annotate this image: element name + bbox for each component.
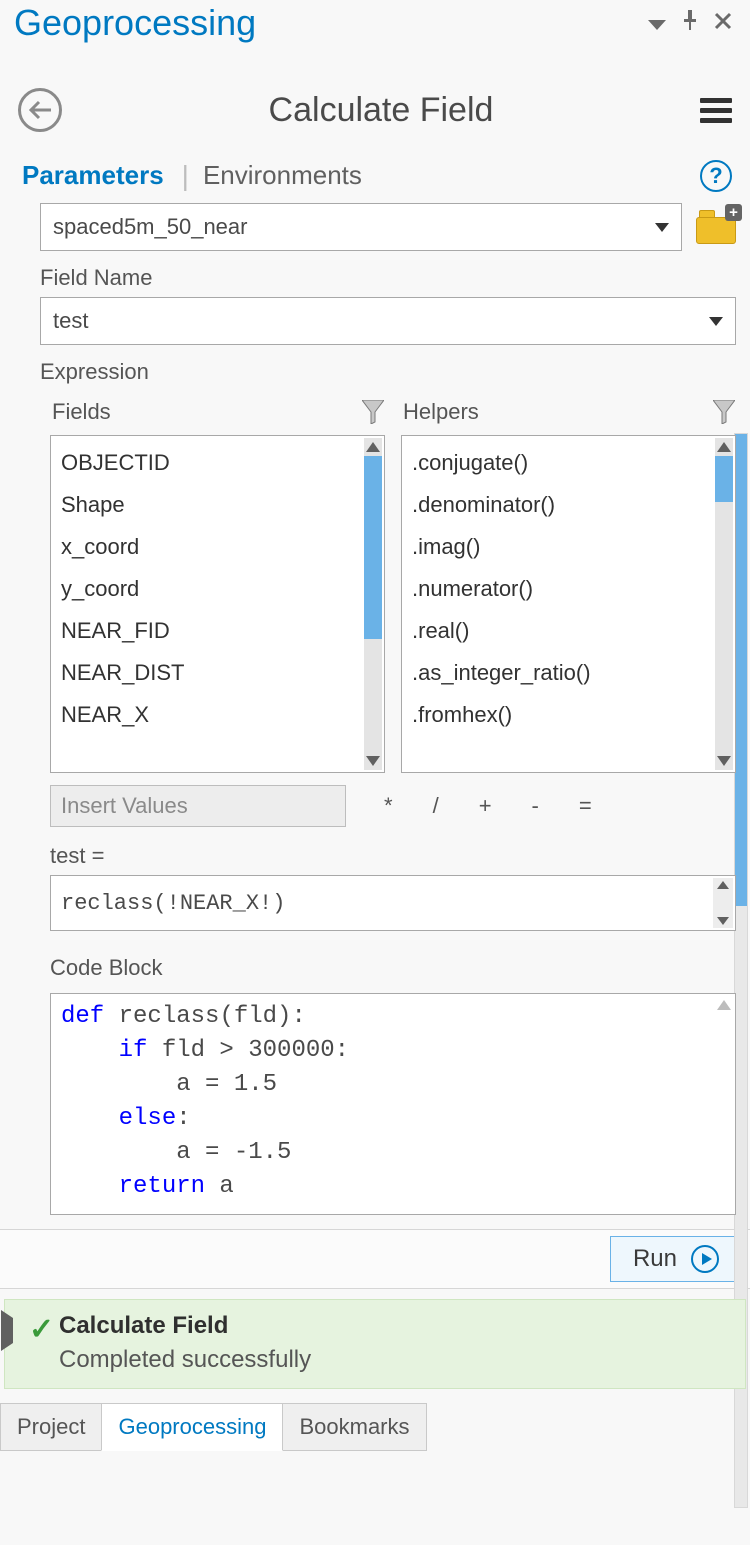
browse-folder-button[interactable]: + (696, 210, 736, 244)
field-name-value: test (53, 308, 88, 334)
tool-header: Calculate Field (0, 52, 750, 152)
tab-environments[interactable]: Environments (203, 156, 362, 195)
play-icon (691, 1245, 719, 1273)
check-icon: ✓ (29, 1312, 54, 1347)
operator-button[interactable]: + (479, 793, 492, 819)
list-item[interactable]: .real() (412, 610, 711, 652)
operator-buttons: * / + - = (362, 793, 592, 819)
field-name-label: Field Name (40, 265, 736, 291)
helpers-listbox[interactable]: .conjugate().denominator().imag().numera… (401, 435, 736, 773)
list-item[interactable]: OBJECTID (61, 442, 360, 484)
run-button[interactable]: Run (610, 1236, 742, 1282)
status-message: ✓ Calculate Field Completed successfully (4, 1299, 746, 1389)
helpers-scrollbar[interactable] (715, 438, 733, 770)
tab-geoprocessing[interactable]: Geoprocessing (101, 1403, 283, 1451)
input-table-select[interactable]: spaced5m_50_near (40, 203, 682, 251)
close-icon[interactable] (706, 4, 740, 42)
list-item[interactable]: .as_integer_ratio() (412, 652, 711, 694)
insert-values-select[interactable]: Insert Values (50, 785, 346, 827)
list-item[interactable]: NEAR_DIST (61, 652, 360, 694)
list-item[interactable]: y_coord (61, 568, 360, 610)
tab-project[interactable]: Project (0, 1403, 102, 1451)
parameters-panel: spaced5m_50_near + Field Name test Expre… (0, 195, 750, 1215)
hamburger-menu-icon[interactable] (700, 93, 732, 128)
expression-value: reclass(!NEAR_X!) (61, 891, 285, 916)
helpers-filter-icon[interactable] (712, 399, 736, 425)
result-field-label: test = (50, 843, 736, 869)
fields-filter-icon[interactable] (361, 399, 385, 425)
expression-input[interactable]: reclass(!NEAR_X!) (50, 875, 736, 931)
expression-spinner[interactable] (713, 878, 733, 928)
fields-header: Fields (52, 399, 111, 425)
list-item[interactable]: .conjugate() (412, 442, 711, 484)
pin-icon[interactable] (674, 4, 706, 42)
bottom-dock-tabs: Project Geoprocessing Bookmarks (0, 1403, 750, 1451)
list-item[interactable]: Shape (61, 484, 360, 526)
pane-title: Geoprocessing (14, 2, 640, 44)
run-bar: Run (0, 1229, 750, 1289)
tab-bookmarks[interactable]: Bookmarks (282, 1403, 426, 1451)
list-item[interactable]: NEAR_FID (61, 610, 360, 652)
helpers-header: Helpers (403, 399, 479, 425)
operator-button[interactable]: / (433, 793, 439, 819)
run-label: Run (633, 1245, 677, 1273)
status-text: Completed successfully (59, 1346, 729, 1374)
chevron-down-icon (709, 317, 723, 326)
operator-button[interactable]: * (384, 793, 393, 819)
status-title: Calculate Field (59, 1312, 729, 1340)
list-item[interactable]: .numerator() (412, 568, 711, 610)
input-table-value: spaced5m_50_near (53, 214, 247, 240)
tool-title: Calculate Field (62, 91, 700, 130)
fields-listbox[interactable]: OBJECTIDShapex_coordy_coordNEAR_FIDNEAR_… (50, 435, 385, 773)
pane-header: Geoprocessing (0, 0, 750, 52)
chevron-down-icon (655, 223, 669, 232)
list-item[interactable]: .fromhex() (412, 694, 711, 736)
code-block-label: Code Block (50, 955, 736, 981)
tab-separator: | (182, 160, 189, 192)
tool-tabs: Parameters | Environments ? (0, 152, 750, 195)
insert-values-label: Insert Values (61, 793, 188, 819)
field-name-select[interactable]: test (40, 297, 736, 345)
expression-label: Expression (40, 359, 736, 385)
tab-parameters[interactable]: Parameters (22, 156, 164, 195)
expression-builder: Fields OBJECTIDShapex_coordy_coordNEAR_F… (50, 395, 736, 773)
pane-menu-icon[interactable] (640, 4, 674, 42)
back-button[interactable] (18, 88, 62, 132)
operator-button[interactable]: - (532, 793, 539, 819)
expand-status-icon[interactable] (1, 1318, 13, 1344)
list-item[interactable]: .imag() (412, 526, 711, 568)
fields-scrollbar[interactable] (364, 438, 382, 770)
operator-button[interactable]: = (579, 793, 592, 819)
list-item[interactable]: NEAR_X (61, 694, 360, 736)
code-block-input[interactable]: def reclass(fld): if fld > 300000: a = 1… (50, 993, 736, 1215)
list-item[interactable]: .denominator() (412, 484, 711, 526)
help-icon[interactable]: ? (700, 160, 732, 192)
list-item[interactable]: x_coord (61, 526, 360, 568)
